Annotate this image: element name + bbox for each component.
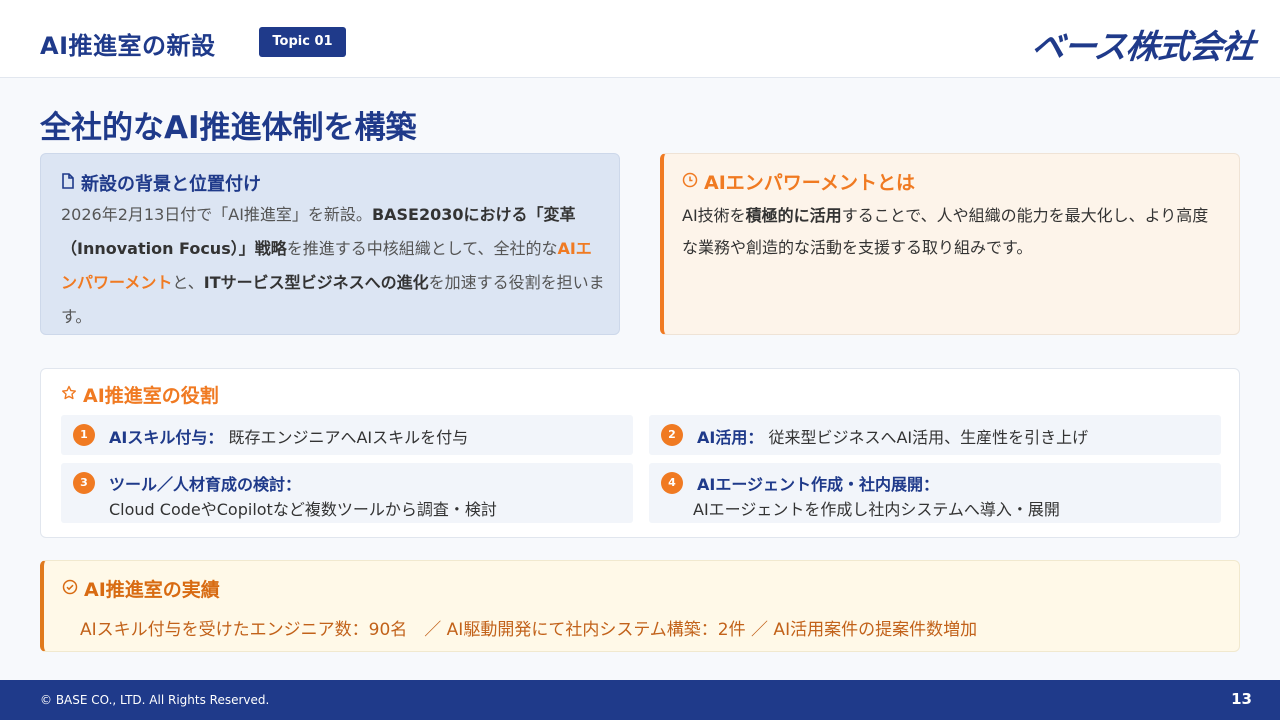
role-number-badge: 4 <box>661 472 683 494</box>
role-content: AI活用： 従来型ビジネスへAI活用、生産性を引き上げ <box>697 424 1088 448</box>
roles-card-heading: AI推進室の役割 <box>61 381 219 408</box>
role-item: 1 AIスキル付与： 既存エンジニアへAIスキルを付与 <box>61 415 633 455</box>
background-card-title: 新設の背景と位置付け <box>81 174 261 195</box>
achievements-card-title: AI推進室の実績 <box>84 579 220 601</box>
role-item: 2 AI活用： 従来型ビジネスへAI活用、生産性を引き上げ <box>649 415 1221 455</box>
roles-card-title: AI推進室の役割 <box>83 385 219 407</box>
bg-text-3: を推進する中核組織として、全社的な <box>286 239 558 258</box>
empowerment-card-heading: AIエンパワーメントとは <box>682 168 915 195</box>
role-item: 3 ツール／人材育成の検討： Cloud CodeやCopilotなど複数ツール… <box>61 463 633 523</box>
background-card-body: 2026年2月13日付で「AI推進室」を新設。BASE2030における「変革（I… <box>61 198 606 334</box>
check-circle-icon <box>62 578 78 600</box>
header: AI推進室の新設 Topic 01 ベース株式会社 <box>0 0 1280 78</box>
empowerment-card-body: AI技術を積極的に活用することで、人や組織の能力を最大化し、より高度な業務や創造… <box>682 200 1222 264</box>
empowerment-card: AIエンパワーメントとは AI技術を積極的に活用することで、人や組織の能力を最大… <box>660 153 1240 335</box>
role-description: Cloud CodeやCopilotなど複数ツールから調査・検討 <box>109 500 497 519</box>
clock-icon <box>682 171 698 193</box>
bg-text-1: 2026年2月13日付で「AI推進室」を新設。 <box>61 205 372 224</box>
bg-text-5: と、 <box>172 273 204 292</box>
role-heading: AIエージェント作成・社内展開： <box>697 475 940 494</box>
role-number-badge: 3 <box>73 472 95 494</box>
role-description: AIエージェントを作成し社内システムへ導入・展開 <box>693 500 1060 519</box>
bg-text-it-service: ITサービス型ビジネスへの進化 <box>203 273 429 292</box>
page-title: 全社的なAI推進体制を構築 <box>40 110 417 146</box>
page-number: 13 <box>1231 690 1252 708</box>
role-number-badge: 2 <box>661 424 683 446</box>
footer: © BASE CO., LTD. All Rights Reserved. 13 <box>0 680 1280 720</box>
header-title: AI推進室の新設 <box>40 32 216 60</box>
roles-card: AI推進室の役割 1 AIスキル付与： 既存エンジニアへAIスキルを付与 2 A… <box>40 368 1240 538</box>
role-item: 4 AIエージェント作成・社内展開： AIエージェントを作成し社内システムへ導入… <box>649 463 1221 523</box>
role-heading: AI活用： <box>697 428 764 447</box>
role-description: 従来型ビジネスへAI活用、生産性を引き上げ <box>768 428 1089 447</box>
role-content: AIスキル付与： 既存エンジニアへAIスキルを付与 <box>109 424 468 448</box>
copyright: © BASE CO., LTD. All Rights Reserved. <box>40 693 270 707</box>
ae-text-1: AI技術を <box>682 206 746 225</box>
achievements-text: AIスキル付与を受けたエンジニア数：90名 ／ AI駆動開発にて社内システム構築… <box>80 620 978 640</box>
achievements-card-heading: AI推進室の実績 <box>62 575 220 602</box>
topic-badge: Topic 01 <box>259 27 346 57</box>
achievements-card: AI推進室の実績 AIスキル付与を受けたエンジニア数：90名 ／ AI駆動開発に… <box>40 560 1240 652</box>
document-icon <box>61 172 75 194</box>
background-card: 新設の背景と位置付け 2026年2月13日付で「AI推進室」を新設。BASE20… <box>40 153 620 335</box>
role-description: 既存エンジニアへAIスキルを付与 <box>228 428 469 447</box>
star-icon <box>61 384 77 406</box>
background-card-heading: 新設の背景と位置付け <box>61 170 261 196</box>
empowerment-card-title: AIエンパワーメントとは <box>704 172 916 194</box>
role-heading: AIスキル付与： <box>109 428 224 447</box>
role-number-badge: 1 <box>73 424 95 446</box>
role-heading: ツール／人材育成の検討： <box>109 475 302 494</box>
ae-text-active: 積極的に活用 <box>745 206 842 225</box>
company-logo: ベース株式会社 <box>1029 27 1256 66</box>
